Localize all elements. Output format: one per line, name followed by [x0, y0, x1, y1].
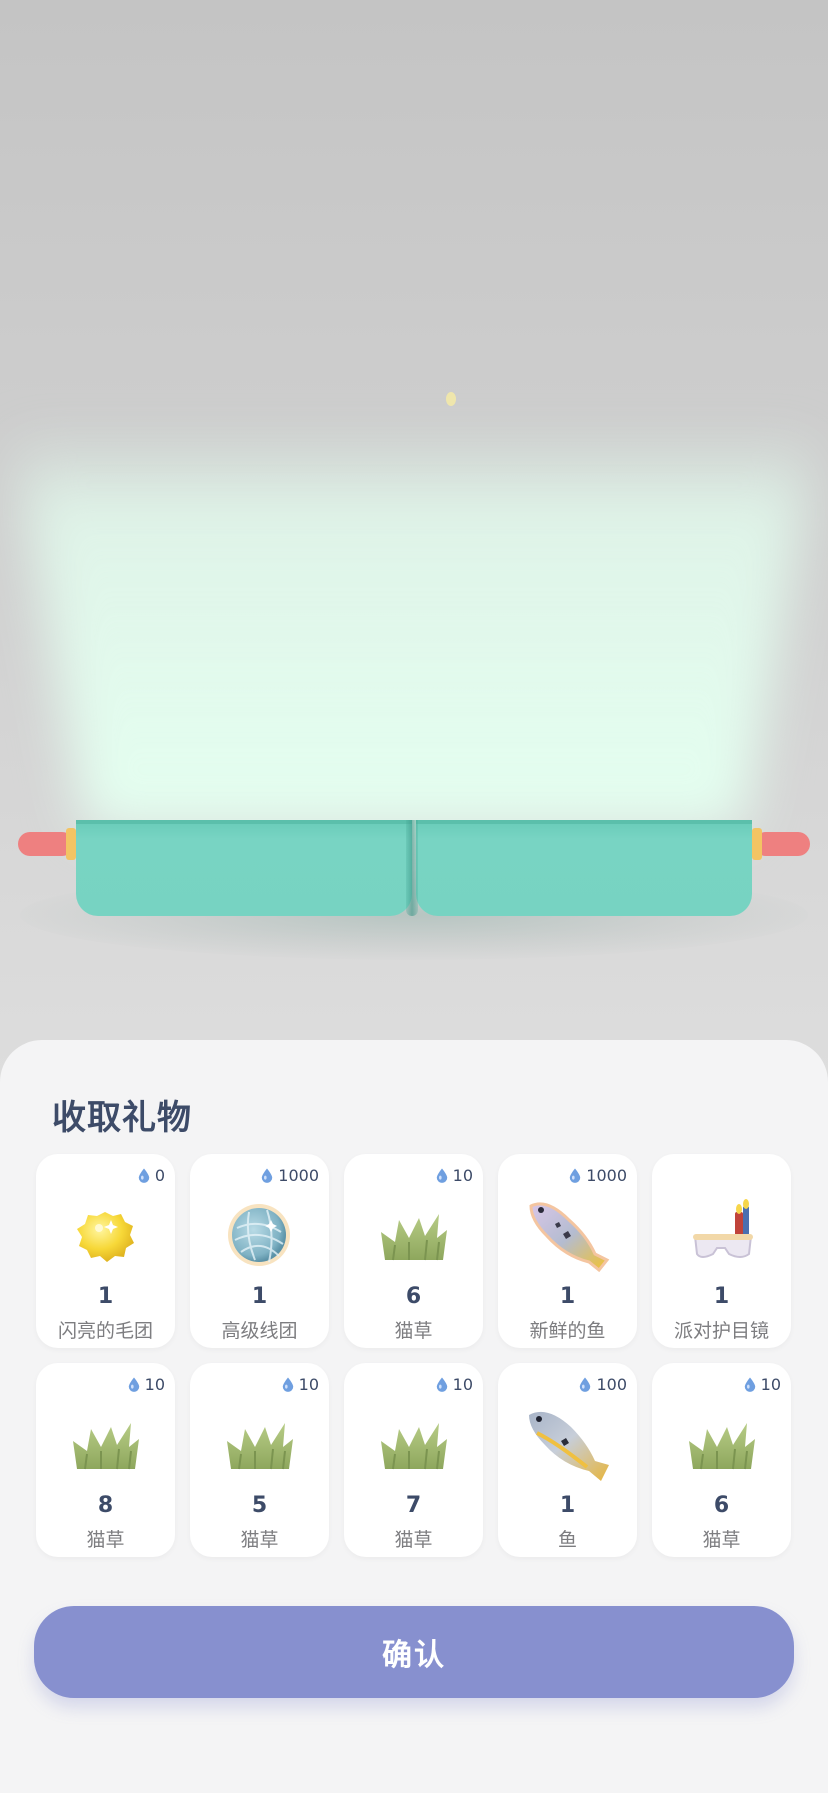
cost-value: 1000: [586, 1166, 627, 1185]
party-goggles-icon: [671, 1190, 771, 1280]
water-drop-icon: [436, 1377, 448, 1392]
cost-value: 10: [452, 1166, 473, 1185]
cost-badge: 10: [436, 1166, 473, 1185]
item-name: 鱼: [557, 1529, 577, 1551]
water-drop-icon: [138, 1168, 150, 1183]
sheet-title: 收取礼物: [52, 1098, 192, 1138]
item-quantity: 1: [559, 1284, 576, 1309]
item-name: 派对护目镜: [673, 1320, 769, 1342]
gift-box-right-half: [416, 820, 752, 916]
item-name: 猫草: [702, 1529, 741, 1551]
box-cap-right: [752, 828, 762, 860]
shiny-furball-icon: [55, 1190, 155, 1280]
catgrass-icon: [55, 1399, 155, 1489]
water-drop-icon: [282, 1377, 294, 1392]
gift-glow-beam: [0, 410, 828, 830]
catgrass-icon: [671, 1399, 771, 1489]
cost-badge: 10: [436, 1375, 473, 1394]
box-cap-left: [66, 828, 76, 860]
gift-box-seam: [406, 820, 418, 916]
cost-badge: 0: [138, 1166, 165, 1185]
item-name: 猫草: [394, 1529, 433, 1551]
gift-sheet: 收取礼物 0 1 闪亮的毛团 1000 1 高级线团 10 6 猫草 1000 …: [0, 1040, 828, 1793]
water-drop-icon: [744, 1377, 756, 1392]
item-name: 猫草: [240, 1529, 279, 1551]
item-quantity: 1: [251, 1284, 268, 1309]
cost-value: 10: [760, 1375, 781, 1394]
item-quantity: 1: [713, 1284, 730, 1309]
gift-card-2: 1000 1 高级线团: [190, 1154, 329, 1348]
gift-card-4: 1000 1 新鲜的鱼: [498, 1154, 637, 1348]
cost-value: 0: [154, 1166, 165, 1185]
catgrass-icon: [363, 1190, 463, 1280]
item-quantity: 8: [97, 1493, 114, 1518]
cost-badge: 10: [282, 1375, 319, 1394]
item-name: 猫草: [86, 1529, 125, 1551]
catgrass-icon: [363, 1399, 463, 1489]
gift-card-1: 0 1 闪亮的毛团: [36, 1154, 175, 1348]
item-quantity: 7: [405, 1493, 422, 1518]
gift-card-6: 10 8 猫草: [36, 1363, 175, 1557]
gift-grid: 0 1 闪亮的毛团 1000 1 高级线团 10 6 猫草 1000 1 新鲜的…: [36, 1154, 792, 1557]
item-quantity: 1: [97, 1284, 114, 1309]
cost-badge: 100: [579, 1375, 627, 1394]
gift-card-10: 10 6 猫草: [652, 1363, 791, 1557]
water-drop-icon: [261, 1168, 273, 1183]
cost-badge: 10: [744, 1375, 781, 1394]
fresh-fish-icon: [517, 1190, 617, 1280]
gift-card-8: 10 7 猫草: [344, 1363, 483, 1557]
cost-value: 1000: [278, 1166, 319, 1185]
item-name: 新鲜的鱼: [529, 1320, 606, 1342]
cost-badge: 1000: [569, 1166, 627, 1185]
sparkle-particle: [446, 392, 456, 406]
catgrass-icon: [209, 1399, 309, 1489]
gift-card-9: 100 1 鱼: [498, 1363, 637, 1557]
water-drop-icon: [128, 1377, 140, 1392]
gift-card-7: 10 5 猫草: [190, 1363, 329, 1557]
item-quantity: 1: [559, 1493, 576, 1518]
cost-badge: 1000: [261, 1166, 319, 1185]
item-name: 闪亮的毛团: [57, 1320, 153, 1342]
gift-card-5: 1 派对护目镜: [652, 1154, 791, 1348]
cost-badge: 10: [128, 1375, 165, 1394]
gift-box-left-half: [76, 820, 412, 916]
item-quantity: 6: [405, 1284, 422, 1309]
water-drop-icon: [579, 1377, 591, 1392]
item-name: 高级线团: [221, 1320, 298, 1342]
item-name: 猫草: [394, 1320, 433, 1342]
premium-yarn-ball-icon: [209, 1190, 309, 1280]
gift-scene: [0, 0, 828, 1050]
gift-card-3: 10 6 猫草: [344, 1154, 483, 1348]
cost-value: 100: [596, 1375, 627, 1394]
cost-value: 10: [452, 1375, 473, 1394]
fish-icon: [517, 1399, 617, 1489]
cost-value: 10: [144, 1375, 165, 1394]
water-drop-icon: [436, 1168, 448, 1183]
cost-value: 10: [298, 1375, 319, 1394]
item-quantity: 6: [713, 1493, 730, 1518]
confirm-button[interactable]: 确认: [34, 1606, 794, 1698]
water-drop-icon: [569, 1168, 581, 1183]
box-rod-right: [754, 832, 810, 856]
item-quantity: 5: [251, 1493, 268, 1518]
